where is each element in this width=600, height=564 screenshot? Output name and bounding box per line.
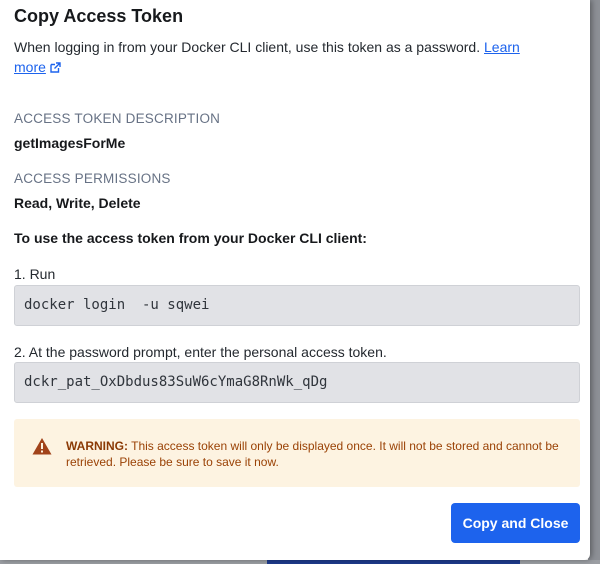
copy-access-token-dialog: Copy Access Token When logging in from y… xyxy=(0,0,590,560)
warning-prefix: WARNING: xyxy=(66,439,128,453)
permissions-label: ACCESS PERMISSIONS xyxy=(14,171,171,186)
access-token-box[interactable]: dckr_pat_OxDbdus83SuW6cYmaG8RnWk_qDg xyxy=(14,362,580,403)
token-description-value: getImagesForMe xyxy=(14,135,126,151)
token-description-label: ACCESS TOKEN DESCRIPTION xyxy=(14,111,221,126)
external-link-icon[interactable] xyxy=(49,59,62,73)
copy-and-close-button[interactable]: Copy and Close xyxy=(451,503,580,543)
step-1-label: 1. Run xyxy=(14,266,56,282)
warning-triangle-icon xyxy=(32,437,52,455)
dialog-intro: When logging in from your Docker CLI cli… xyxy=(14,37,554,77)
warning-message: WARNING: This access token will only be … xyxy=(66,438,566,470)
instructions-heading: To use the access token from your Docker… xyxy=(14,230,367,246)
warning-body: This access token will only be displayed… xyxy=(66,439,559,469)
login-command-box[interactable]: docker login -u sqwei xyxy=(14,285,580,326)
dialog-title: Copy Access Token xyxy=(14,6,184,26)
warning-banner: WARNING: This access token will only be … xyxy=(14,419,580,487)
step-2-label: 2. At the password prompt, enter the per… xyxy=(14,344,387,360)
intro-text: When logging in from your Docker CLI cli… xyxy=(14,39,484,55)
permissions-value: Read, Write, Delete xyxy=(14,195,141,211)
